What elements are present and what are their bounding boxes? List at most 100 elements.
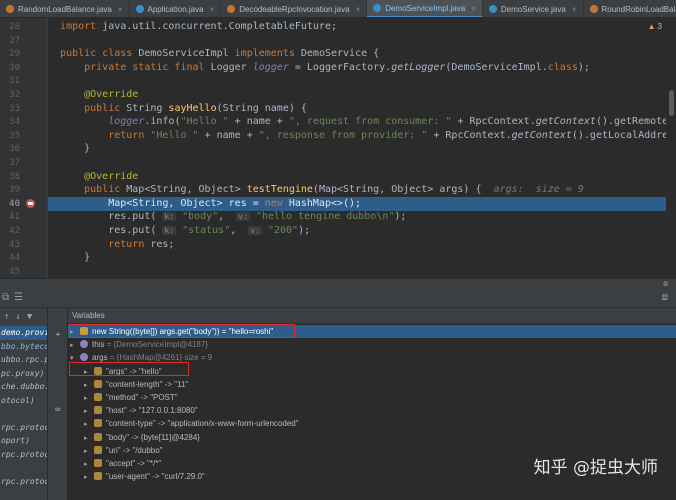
variable-row[interactable]: ▸ this = {DemoServiceImpl@4187} [68, 338, 676, 351]
gear-icon[interactable]: ⚙ [663, 279, 668, 288]
expand-arrow-icon[interactable]: ▸ [84, 379, 92, 392]
stack-frame[interactable]: ubbo.rpc.prox [0, 353, 47, 367]
close-icon[interactable]: × [471, 4, 476, 13]
line-number[interactable]: 31 [0, 74, 20, 88]
editor-scrollbar[interactable] [666, 18, 676, 278]
code-line[interactable]: Map<String, Object> res = new HashMap<>(… [48, 196, 666, 211]
stack-frame[interactable]: oport) [0, 434, 47, 448]
stack-frame[interactable]: otocol) [0, 394, 47, 408]
line-number[interactable]: 35 [0, 129, 20, 143]
code-line[interactable]: public class DemoServiceImpl implements … [48, 47, 666, 61]
expand-arrow-icon[interactable]: ▸ [70, 339, 78, 352]
filter-icon[interactable]: ▼ [27, 312, 32, 322]
code-line[interactable]: public String sayHello(String name) { [48, 102, 666, 116]
up-arrow-icon[interactable]: ↑ [4, 312, 9, 322]
code-line[interactable] [48, 156, 666, 170]
code-text: public class DemoServiceImpl implements … [60, 48, 380, 60]
code-line[interactable]: res.put( k: "body", v: "hello tengine du… [48, 210, 666, 224]
code-area[interactable]: import java.util.concurrent.CompletableF… [48, 18, 676, 278]
line-number[interactable]: 40 [0, 197, 20, 211]
tab-3[interactable]: DemoServiceImpl.java × [367, 0, 483, 17]
close-icon[interactable]: × [356, 5, 361, 14]
code-line[interactable]: res.put( k: "status", v: "200"); [48, 224, 666, 238]
line-number[interactable]: 30 [0, 61, 20, 75]
infinity-icon[interactable]: ∞ [52, 404, 64, 416]
variable-row[interactable]: ▸ "host" -> "127.0.0.1:8080" [68, 404, 676, 417]
variable-row[interactable]: ▸ "content-type" -> "application/x-www-fo… [68, 417, 676, 430]
line-gutter[interactable]: 28 27 29 30 31 32 33 34 35 36 37 38 39 40 41 42 43 44 45 [0, 18, 48, 278]
debug-icon[interactable]: ⧉ [2, 292, 9, 303]
stack-frame[interactable]: bbo.bytecode [0, 340, 47, 354]
code-line[interactable] [48, 74, 666, 88]
code-line[interactable]: @Override [48, 88, 666, 102]
tab-4[interactable]: DemoService.java × [483, 0, 584, 17]
stack-frame[interactable] [0, 407, 47, 421]
stack-frame[interactable]: rpc.protoc [0, 475, 47, 489]
expand-arrow-icon[interactable]: ▸ [84, 445, 92, 458]
variable-name: "user-agent" -> "curl/7.29.0" [106, 472, 205, 482]
expand-arrow-icon[interactable]: ▸ [84, 418, 92, 431]
code-line[interactable]: } [48, 251, 666, 265]
stack-frame[interactable]: rpc.protoc [0, 448, 47, 462]
add-watch-icon[interactable]: + [52, 329, 64, 341]
line-number[interactable]: 32 [0, 88, 20, 102]
expand-arrow-icon[interactable]: ▸ [84, 392, 92, 405]
code-line[interactable]: logger.info("Hello " + name + ", request… [48, 115, 676, 129]
line-number[interactable]: 36 [0, 142, 20, 156]
line-number[interactable]: 43 [0, 238, 20, 252]
line-number[interactable]: 27 [0, 34, 20, 48]
code-line[interactable]: @Override [48, 170, 666, 184]
line-number[interactable]: 33 [0, 102, 20, 116]
line-number[interactable]: 42 [0, 224, 20, 238]
stack-frame[interactable]: rpc.protoc [0, 421, 47, 435]
line-number[interactable]: 28 [0, 20, 20, 34]
close-icon[interactable]: × [118, 5, 123, 14]
breakpoint-icon[interactable] [26, 199, 35, 209]
code-line[interactable]: public Map<String, Object> testTengine(M… [48, 183, 666, 197]
variable-icon [80, 340, 88, 349]
tab-1[interactable]: Application.java × [130, 0, 222, 17]
line-number[interactable]: 38 [0, 170, 20, 184]
stack-frame[interactable] [0, 461, 47, 475]
variable-row[interactable]: ▸ "content-length" -> "11" [68, 378, 676, 391]
variable-row[interactable]: ▸ "method" -> "POST" [68, 391, 676, 404]
line-number[interactable]: 41 [0, 210, 20, 224]
code-line[interactable]: } [48, 142, 666, 156]
code-text: @Override [84, 89, 139, 100]
code-text: res.put( k: "body", v: "hello tengine du… [48, 211, 407, 223]
code-line[interactable]: return res; [48, 238, 666, 252]
line-number[interactable]: 39 [0, 183, 20, 197]
panel-splitter[interactable]: ⚙ [0, 278, 676, 288]
code-line[interactable] [48, 34, 666, 48]
expand-arrow-icon[interactable]: ▸ [84, 471, 92, 484]
layout-icon[interactable]: ☰ [14, 292, 23, 303]
tab-2[interactable]: DecodeableRpcInvocation.java × [221, 0, 368, 17]
stack-frame[interactable]: pc.proxy) [0, 367, 47, 381]
code-line[interactable] [48, 265, 666, 278]
expand-arrow-icon[interactable]: ▸ [84, 432, 92, 445]
close-icon[interactable]: × [210, 5, 215, 14]
code-editor[interactable]: 28 27 29 30 31 32 33 34 35 36 37 38 39 40 41 42 43 44 45 i… [0, 18, 676, 278]
line-number[interactable]: 29 [0, 47, 20, 61]
down-arrow-icon[interactable]: ↓ [15, 312, 20, 322]
line-number[interactable]: 44 [0, 251, 20, 265]
stack-frame[interactable]: che.dubbo.rpc [0, 380, 47, 394]
tab-5[interactable]: RoundRobinLoadBalance.java× [584, 0, 676, 17]
code-line[interactable]: import java.util.concurrent.CompletableF… [48, 20, 666, 34]
stack-frame[interactable] [0, 488, 47, 500]
line-number[interactable]: 34 [0, 115, 20, 129]
tab-0[interactable]: RandomLoadBalance.java × [0, 0, 130, 17]
expand-arrow-icon[interactable]: ▸ [84, 405, 92, 418]
line-number[interactable]: 45 [0, 265, 20, 278]
inspection-indicator[interactable]: ▲ 3 [648, 22, 662, 31]
line-number[interactable]: 37 [0, 156, 20, 170]
close-icon[interactable]: × [572, 5, 577, 14]
restore-layout-icon[interactable]: ⧈ [662, 292, 668, 303]
code-line[interactable]: private static final Logger logger = Log… [48, 61, 666, 75]
variable-row[interactable]: ▸ "body" -> {byte[11]@4284} [68, 431, 676, 444]
expand-arrow-icon[interactable]: ▸ [84, 458, 92, 471]
scrollbar-thumb[interactable] [669, 90, 674, 116]
stack-frame[interactable]: demo.provid [0, 326, 47, 340]
code-line[interactable]: return "Hello " + name + ", response fro… [48, 129, 676, 143]
